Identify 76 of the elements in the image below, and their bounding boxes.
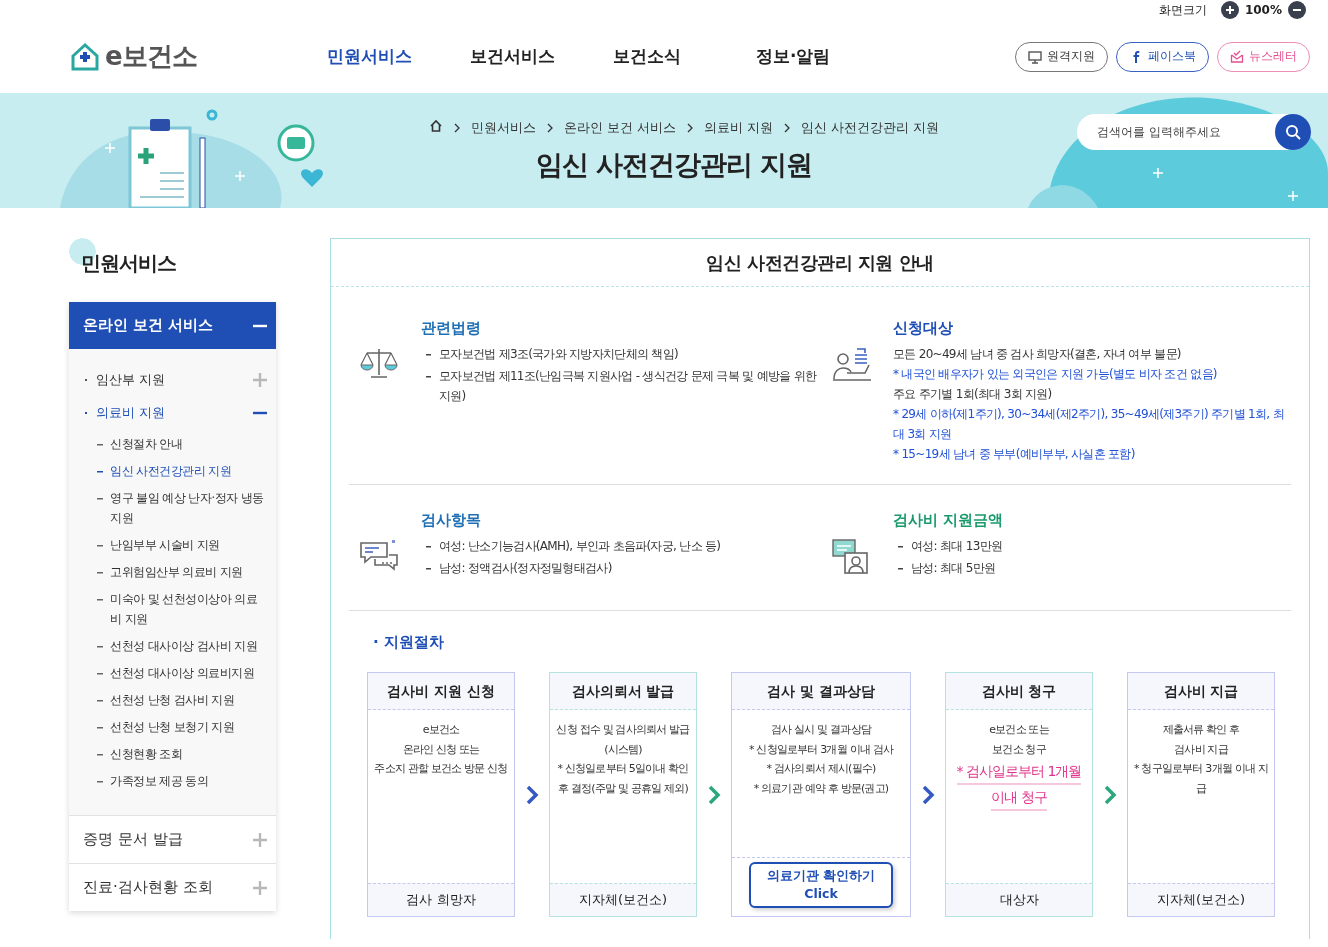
step-text: 검사 실시 및 결과상담	[770, 722, 873, 738]
chevron-icon	[545, 122, 554, 133]
step-text: 검사비 지급	[1173, 741, 1229, 758]
monitor-person-icon	[831, 537, 871, 575]
step-text: 신청 접수 및 검사의뢰서 발급 (시스템)	[555, 722, 691, 758]
step-text: * 신청일로부터 5일이내 확인 후 결정(주말 및 공휴일 제외)	[556, 761, 690, 797]
menu-item-label: 의료비 지원	[96, 403, 167, 422]
step-title: 검사 및 결과상담	[732, 673, 910, 710]
step-actor: 대상자	[946, 883, 1092, 916]
plus-icon	[1224, 5, 1235, 15]
step-title: 검사비 지원 신청	[368, 673, 514, 710]
step-text: * 신청일로부터 3개월 이내 검사	[747, 741, 895, 758]
step-text: 온라인 신청 또는	[401, 741, 481, 758]
menu-group[interactable]: 온라인 보건 서비스	[69, 302, 276, 349]
plus-icon	[253, 372, 267, 387]
screen-size-label: 화면크기	[1158, 1, 1207, 19]
step-text: 주소지 관할 보건소 방문 신청	[373, 761, 509, 777]
menu-group-label: 온라인 보건 서비스	[83, 316, 214, 335]
menu-group-label: 증명 문서 발급	[83, 830, 183, 849]
highlight-text: * 검사일로부터 1개월	[956, 759, 1082, 785]
note-text: * 29세 이하(제1주기), 30~34세(제2주기), 35~49세(제3주기) 주기별 1회, 최대 3회 지원	[893, 406, 1285, 443]
breadcrumb-link[interactable]: 임신 사전건강관리 지원	[801, 118, 940, 137]
person-laptop-icon	[831, 345, 871, 383]
step-title: 검사비 청구	[946, 673, 1092, 710]
step-text: e보건소	[421, 722, 461, 738]
step-text: e보건소 또는	[988, 722, 1050, 738]
note-text: * 15~19세 남녀 중 부부(예비부부, 사실혼 포함)	[893, 446, 1136, 463]
menu-group[interactable]: 진료·검사현황 조회	[69, 863, 276, 911]
step-text: * 의료기관 예약 후 방문(권고)	[752, 780, 890, 797]
step-actor: 지자체(보건소)	[550, 883, 696, 916]
step-text: * 청구일로부터 3개월 이내 지급	[1133, 761, 1269, 797]
monitor-icon	[1028, 49, 1042, 64]
page-title: 임신 사전건강관리 지원	[535, 147, 813, 182]
step-actor: 검사 희망자	[368, 883, 514, 916]
nav-item[interactable]: 정보·알림	[756, 45, 899, 68]
plus-icon	[253, 832, 267, 847]
chevron-icon	[783, 122, 792, 133]
body-text: 주요 주기별 1회(최대 3회 지원)	[893, 386, 1053, 403]
step-actor: 지자체(보건소)	[1128, 883, 1274, 916]
house-plus-icon	[69, 40, 101, 73]
envelope-icon	[1230, 49, 1244, 64]
menu-item-label: 임산부 지원	[96, 370, 167, 389]
zoom-out-button[interactable]	[1288, 1, 1306, 19]
check-hospital-button[interactable]: 의료기관 확인하기 Click	[749, 862, 893, 908]
section-heading: 신청대상	[893, 319, 954, 338]
section-heading: 검사항목	[421, 511, 482, 530]
menu-item[interactable]: 임산부 지원	[69, 363, 276, 396]
breadcrumb-link[interactable]: 민원서비스	[470, 118, 536, 137]
chevron-icon	[452, 122, 461, 133]
nav-item[interactable]: 민원서비스	[327, 45, 470, 68]
procedure-heading: · 지원절차	[372, 632, 445, 653]
breadcrumb-link[interactable]: 의료비 지원	[703, 118, 774, 137]
step-title: 검사비 지급	[1128, 673, 1274, 710]
note-text: * 내국인 배우자가 있는 외국인은 지원 가능(별도 비자 조건 없음)	[893, 366, 1218, 383]
step-text: 제출서류 확인 후	[1161, 722, 1241, 738]
breadcrumb-link[interactable]: 온라인 보건 서비스	[563, 118, 676, 137]
step-text: * 검사의뢰서 제시(필수)	[765, 761, 877, 777]
menu-group-label: 진료·검사현황 조회	[83, 878, 213, 897]
section-heading: 관련법령	[421, 319, 482, 338]
step-text: 보건소 청구	[991, 741, 1047, 758]
section-heading: 검사비 지원금액	[893, 511, 1004, 530]
section-title: 임신 사전건강관리 지원 안내	[331, 239, 1309, 287]
logo-text[interactable]: e보건소	[105, 39, 197, 74]
menu-item[interactable]: 의료비 지원	[69, 396, 276, 429]
nav-item[interactable]: 보건소식	[613, 45, 756, 68]
chevron-icon	[685, 122, 694, 133]
menu-group[interactable]: 증명 문서 발급	[69, 815, 276, 863]
plus-icon	[253, 880, 267, 895]
home-icon	[428, 119, 443, 133]
highlight-text: 이내 청구	[991, 785, 1047, 811]
body-text: 모든 20~49세 남녀 중 검사 희망자(결혼, 자녀 여부 불문)	[893, 346, 1182, 363]
step-title: 검사의뢰서 발급	[550, 673, 696, 710]
search-icon	[1285, 124, 1301, 140]
nav-item[interactable]: 보건서비스	[470, 45, 613, 68]
zoom-in-button[interactable]	[1220, 1, 1239, 19]
zoom-level: 100%	[1244, 3, 1282, 17]
